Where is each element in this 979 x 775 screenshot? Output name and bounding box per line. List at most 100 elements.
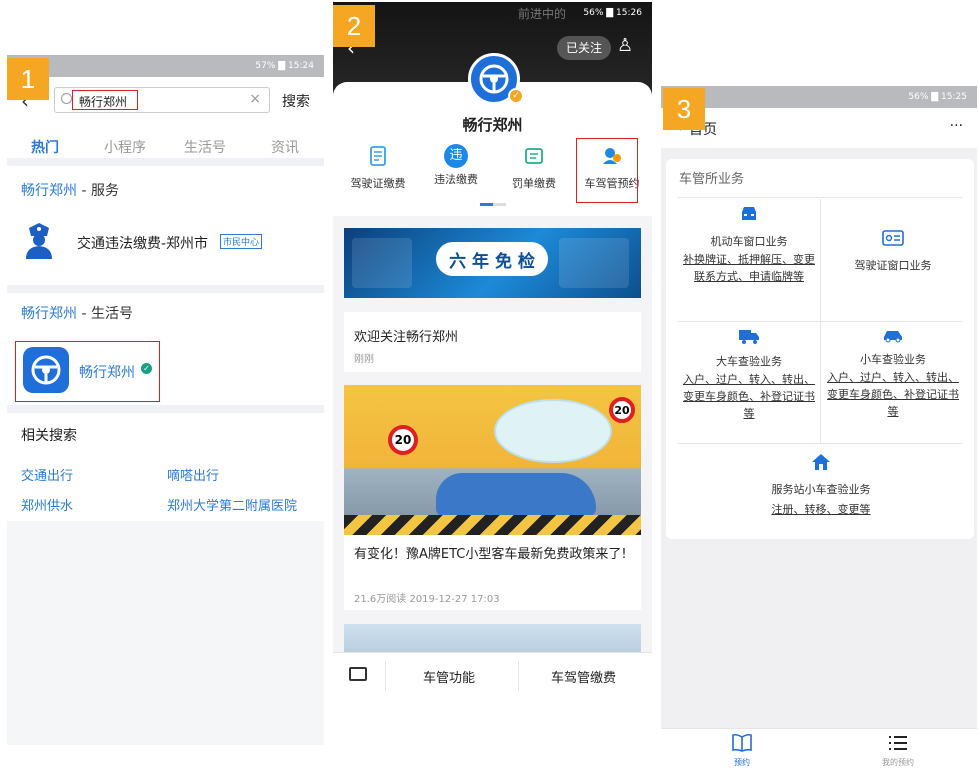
banner-decor [352, 238, 412, 288]
item-station-inspection[interactable]: 服务站小车查验业务 注册、转移、变更等 [726, 453, 916, 517]
license-card-icon [370, 146, 386, 166]
article-card[interactable]: 20 20 有变化！豫A牌ETC小型客车最新免费政策来了! 21.6万阅读 20… [344, 385, 641, 610]
steering-wheel-icon [479, 64, 509, 94]
banner-text: 六 年 免 检 [449, 251, 535, 272]
item-title: 机动车窗口业务 [710, 235, 788, 248]
item-desc: 注册、转移、变更等 [771, 503, 871, 516]
service-label: 驾驶证缴费 [350, 177, 406, 190]
service-item-title: 交通违法缴费-郑州市 [77, 236, 209, 252]
status-center: 前进中的 [518, 6, 567, 21]
search-button[interactable]: 搜索 [282, 91, 310, 111]
tab-my-appointments[interactable]: 我的预约 [873, 733, 923, 768]
grid-hdivider [678, 321, 962, 322]
book-icon [732, 733, 752, 752]
barrier [344, 515, 641, 535]
follow-button[interactable]: 已关注 [557, 36, 612, 60]
item-truck-inspection[interactable]: 大车查验业务 入户、过户、转入、转出、变更车身颜色、补登记证书等 [682, 327, 816, 422]
menu-divider [385, 661, 386, 691]
highlight-search [72, 90, 138, 110]
item-desc: 入户、过户、转入、转出、变更车身颜色、补登记证书等 [827, 371, 959, 418]
menu-payment[interactable]: 车驾管缴费 [551, 667, 616, 686]
page-indicator [480, 203, 506, 206]
banner-decor [559, 238, 629, 288]
service-section: 畅行郑州 - 服务 交通违法缴费-郑州市 市民中心 [7, 166, 324, 285]
panel-appointment: ☁ ✱ ⊘ 56% ▇ 15:25 ‹ 首页 ··· 车管所业务 机动车窗口业务… [661, 86, 977, 774]
car-front-icon [742, 207, 756, 220]
highlight-account [15, 341, 160, 402]
service-section-title: 畅行郑州 - 服务 [21, 183, 119, 199]
life-section: 畅行郑州 - 生活号 畅行郑州 ✓ [7, 293, 324, 405]
panel-account: ☁ ✱ ⊘ 前进中的 56% ▇ 15:26 ‹ 已关注 ♙ 畅行郑州 驾驶证缴… [333, 2, 652, 698]
related-section: 相关搜索 交通出行 嘀嗒出行 郑州供水 郑州大学第二附属医院 [7, 413, 324, 521]
profile-icon[interactable]: ♙ [617, 35, 633, 56]
tab-appointment[interactable]: 预约 [717, 733, 767, 768]
step-badge-1: 1 [7, 58, 49, 100]
more-icon[interactable]: ··· [950, 118, 963, 134]
welcome-time: 刚刚 [354, 354, 374, 365]
tab-lifeaccount[interactable]: 生活号 [184, 137, 226, 157]
welcome-card[interactable]: 欢迎关注畅行郑州 刚刚 [344, 312, 641, 372]
tab-miniprogram[interactable]: 小程序 [104, 137, 146, 157]
banner[interactable]: 六 年 免 检 [344, 228, 641, 298]
truck-icon [739, 330, 759, 344]
service-driver-license[interactable]: 驾驶证缴费 [343, 144, 413, 191]
related-link-3[interactable]: 郑州供水 [21, 495, 73, 514]
item-title: 大车查验业务 [716, 355, 782, 368]
highlight-appointment [576, 138, 638, 203]
tab-label: 预约 [734, 758, 750, 767]
service-item[interactable]: 交通违法缴费-郑州市 市民中心 [21, 222, 314, 262]
article-meta: 21.6万阅读 2019-12-27 17:03 [354, 594, 500, 605]
service-ticket[interactable]: 罚单缴费 [499, 144, 569, 191]
status-bar: ☁ ✱ ⊘ 57% ▇ 15:24 [7, 55, 324, 77]
item-desc: 入户、过户、转入、转出、变更车身颜色、补登记证书等 [683, 373, 815, 420]
panel-search: ☁ ✱ ⊘ 57% ▇ 15:24 ‹ 畅行郑州 × 搜索 热门 小程序 生活号… [7, 55, 324, 745]
item-license-window[interactable]: 驾驶证窗口业务 [826, 229, 960, 273]
service-label: 罚单缴费 [512, 177, 556, 190]
nav-bar: ‹ 首页 ··· [661, 108, 977, 148]
article-title: 有变化！豫A牌ETC小型客车最新免费政策来了! [354, 547, 627, 562]
service-violation[interactable]: 违 违法缴费 [421, 144, 491, 187]
related-link-4[interactable]: 郑州大学第二附属医院 [167, 495, 297, 514]
divider [7, 158, 324, 166]
card-divider [678, 197, 962, 198]
license-card-icon [882, 230, 904, 246]
item-title: 小车查验业务 [860, 353, 926, 366]
verified-badge-icon: ✓ [508, 88, 524, 104]
grid-hdivider [678, 443, 962, 444]
clear-icon[interactable]: × [249, 91, 261, 107]
service-item-tag: 市民中心 [220, 234, 263, 249]
welcome-title: 欢迎关注畅行郑州 [354, 330, 459, 345]
item-car-inspection[interactable]: 小车查验业务 入户、过户、转入、转出、变更车身颜色、补登记证书等 [826, 327, 960, 420]
car-side-icon [884, 331, 902, 343]
item-desc: 补换牌证、抵押解压、变更联系方式、申请临牌等 [683, 253, 815, 283]
item-motor-window[interactable]: 机动车窗口业务 补换牌证、抵押解压、变更联系方式、申请临牌等 [682, 205, 816, 285]
related-link-1[interactable]: 交通出行 [21, 465, 73, 484]
menu-divider [518, 661, 519, 691]
status-bar: ☁ ✱ ⊘ 前进中的 56% ▇ 15:26 [333, 2, 652, 24]
home-icon [812, 454, 830, 470]
item-title: 驾驶证窗口业务 [854, 259, 932, 272]
divider [7, 405, 324, 413]
car [436, 473, 596, 517]
status-right: 56% ▇ 15:26 [583, 8, 642, 18]
related-link-2[interactable]: 嘀嗒出行 [167, 465, 219, 484]
step-badge-2: 2 [333, 5, 375, 47]
service-card: 车管所业务 机动车窗口业务 补换牌证、抵押解压、变更联系方式、申请临牌等 驾驶证… [666, 159, 974, 539]
article-image: 20 20 [344, 385, 641, 535]
ticket-icon [525, 148, 543, 164]
tab-news[interactable]: 资讯 [271, 137, 299, 157]
step-badge-3: 3 [663, 88, 705, 130]
related-title: 相关搜索 [21, 428, 77, 444]
menu-vehicle-functions[interactable]: 车管功能 [423, 667, 475, 686]
search-icon [61, 93, 72, 104]
divider [7, 285, 324, 293]
bottom-menu: 车管功能 车驾管缴费 [333, 652, 652, 698]
tab-hot[interactable]: 热门 [31, 137, 59, 157]
tab-bar: 预约 我的预约 [661, 728, 977, 774]
keyboard-icon[interactable] [349, 667, 367, 681]
list-icon [889, 736, 907, 750]
banner-pill: 六 年 免 检 [436, 242, 548, 276]
article-image-peek [344, 624, 641, 654]
violation-icon: 违 [444, 144, 468, 168]
status-bar: ☁ ✱ ⊘ 56% ▇ 15:25 [661, 86, 977, 108]
